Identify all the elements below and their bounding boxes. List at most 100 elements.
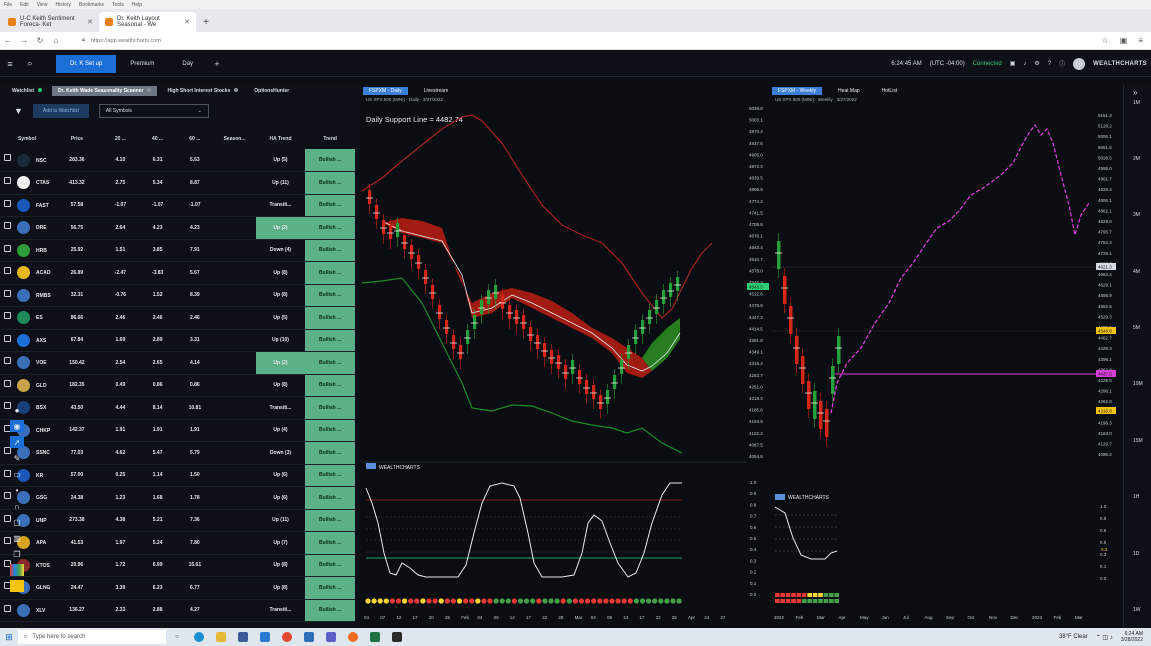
col-trend[interactable]: Trend — [305, 129, 355, 149]
table-row[interactable]: SSNC 77.03 4.62 5.47 5.79 Down (3) Bullish ... — [0, 441, 355, 465]
edge-icon[interactable] — [188, 630, 210, 644]
table-row[interactable]: GLD 182.35 0.49 0.86 0.86 Up (8) Bullish ... — [0, 374, 355, 397]
eye-icon[interactable]: ◉ — [10, 420, 24, 432]
symbol-cell[interactable]: CHKP — [0, 419, 53, 442]
timeframe-button[interactable]: 1M — [1133, 100, 1140, 106]
symbol-cell[interactable]: UNP — [0, 509, 53, 532]
info-icon[interactable]: ⓘ — [1059, 59, 1065, 68]
timeframe-button[interactable]: 4M — [1133, 269, 1140, 275]
symbol-cell[interactable]: KTOS — [0, 554, 53, 577]
symbol-cell[interactable]: BSX — [0, 396, 53, 420]
timeframe-button[interactable]: 1D — [1133, 551, 1139, 557]
timeframe-button[interactable]: 15M — [1133, 438, 1143, 444]
tab-day[interactable]: Day — [168, 55, 207, 73]
table-row[interactable]: APA 41.53 1.97 5.24 7.80 Up (7) Bullish ... — [0, 531, 355, 555]
store-icon[interactable] — [232, 630, 254, 644]
table-row[interactable]: ACAD 26.89 -2.47 -3.83 5.67 Up (8) Bullish ... — [0, 261, 355, 285]
tab-optionshunter[interactable]: OptionsHunter — [248, 86, 295, 96]
daily-chart[interactable]: 5035.8 5003.1 4970.4 4937.6 4905.0 4872.3 4839… — [362, 103, 770, 628]
pencil-icon[interactable]: ✎ — [10, 452, 24, 464]
table-row[interactable]: KR 57.00 0.25 1.14 1.50 Up (6) Bullish ... — [0, 464, 355, 487]
task-view-icon[interactable]: ○ — [166, 630, 188, 644]
hamburger-menu-icon[interactable]: ≡ — [0, 59, 20, 69]
symbol-cell[interactable]: GSG — [0, 486, 53, 510]
menu-item[interactable]: Help — [132, 2, 142, 8]
timeframe-button[interactable]: 5M — [1133, 325, 1140, 331]
browser-tab-2[interactable]: Dr. Keith Layout Seasonal - We ✕ — [99, 12, 196, 32]
table-row[interactable]: CHKP 142.37 1.91 1.91 1.91 Up (4) Bullish ... — [0, 419, 355, 442]
symbol-cell[interactable]: HRB — [0, 239, 53, 262]
file-explorer-icon[interactable] — [210, 630, 232, 644]
symbol-cell[interactable]: DRE — [0, 216, 53, 240]
menu-item[interactable]: History — [55, 2, 71, 8]
row-checkbox[interactable] — [4, 199, 11, 207]
timeframe-button[interactable]: 2M — [1133, 156, 1140, 162]
tab-watchlist[interactable]: Watchlist — [6, 86, 48, 96]
back-icon[interactable]: ← — [0, 36, 16, 45]
table-row[interactable]: FAST 57.58 -1.07 -1.07 -1.07 Transiti... Bulli… — [0, 194, 355, 217]
tab-high-short-interest[interactable]: High Short Interest Stocks — [161, 86, 244, 96]
symbol-cell[interactable]: ES — [0, 306, 53, 330]
row-checkbox[interactable] — [4, 604, 11, 612]
table-row[interactable]: UNP 273.38 4.38 5.21 7.36 Up (11) Bullish ... — [0, 509, 355, 532]
reload-icon[interactable]: ↻ — [32, 36, 48, 45]
timeframe-button[interactable]: 1H — [1133, 494, 1139, 500]
help-icon[interactable]: ? — [1048, 61, 1051, 67]
symbol-cell[interactable]: RMBS — [0, 284, 53, 307]
col-20[interactable]: 20 ... — [102, 129, 139, 149]
timeframe-button[interactable]: 1W — [1133, 607, 1141, 613]
teams-icon[interactable] — [320, 630, 342, 644]
menu-item[interactable]: Edit — [20, 2, 29, 8]
filter-icon[interactable]: ▼ — [14, 106, 23, 116]
taskbar-clock[interactable]: 6:24 AM 3/28/2022 — [1121, 631, 1143, 643]
menu-item[interactable]: File — [4, 2, 12, 8]
gear-icon[interactable]: ⚙ — [1034, 60, 1039, 67]
menu-item[interactable]: Tools — [112, 2, 124, 8]
row-checkbox[interactable] — [4, 222, 11, 230]
row-checkbox[interactable] — [4, 379, 11, 387]
magnet-icon[interactable]: ∩ — [10, 500, 24, 512]
search-icon[interactable]: ⌕ — [20, 58, 40, 69]
symbol-cell[interactable]: VOE — [0, 351, 53, 375]
tab-seasonality-scanner[interactable]: Dr. Keith Wade Seasonality Scanner — [52, 85, 158, 96]
row-checkbox[interactable] — [4, 334, 11, 342]
color-swatch-multicolor[interactable] — [10, 564, 24, 576]
table-row[interactable]: BSX 43.50 4.44 8.14 10.81 Transiti... Bullish … — [0, 396, 355, 420]
bell-icon[interactable]: ♪ — [1023, 61, 1026, 67]
trash-icon[interactable]: ▥ — [10, 532, 24, 544]
table-row[interactable]: HRB 25.92 1.51 3.85 7.91 Down (4) Bullish ... — [0, 239, 355, 262]
taskbar-search[interactable]: ⌕ Type here to search — [18, 630, 166, 644]
add-to-watchlist-button[interactable]: Add to Watchlist — [32, 104, 89, 118]
row-checkbox[interactable] — [4, 312, 11, 320]
avatar[interactable] — [1073, 57, 1086, 70]
tab-dr-k-setup[interactable]: Dr. K Set up — [56, 54, 117, 73]
home-icon[interactable]: ⌂ — [48, 36, 64, 45]
ruler-icon[interactable]: ▭ — [10, 468, 24, 480]
weather[interactable]: 38°F Clear — [1059, 634, 1088, 640]
col-season[interactable]: Season... — [213, 129, 255, 149]
tray-icons[interactable]: ⌃ ◫ ♪ — [1096, 634, 1113, 641]
col-60[interactable]: 60 ... — [176, 129, 213, 149]
col-40[interactable]: 40 ... — [139, 129, 176, 149]
symbol-cell[interactable]: NSC — [0, 149, 53, 172]
app-icon[interactable] — [298, 630, 320, 644]
table-row[interactable]: VOE 150.42 2.54 2.65 4.14 Up (2) Bullish ... — [0, 351, 355, 375]
chrome-icon[interactable] — [276, 630, 298, 644]
weekly-chart[interactable]: 5161.3 5128.2 5095.1 5061.6 5028.5 4995.0 4961… — [771, 103, 1121, 628]
mail-icon[interactable] — [254, 630, 276, 644]
timeframe-button[interactable]: 10M — [1133, 381, 1143, 387]
symbol-cell[interactable]: KR — [0, 464, 53, 487]
collapse-icon[interactable]: » — [1133, 88, 1137, 97]
copy-icon[interactable]: ❐ — [10, 548, 24, 560]
browser-tab-1[interactable]: U-C Keith Sentiment Foreca- Ket ✕ — [2, 12, 99, 32]
tab-livestream[interactable]: Livestream — [418, 87, 454, 95]
color-swatch-yellow[interactable] — [10, 580, 24, 592]
table-row[interactable]: GSG 24.38 1.23 1.68 1.78 Up (6) Bullish ... — [0, 486, 355, 510]
bookmark-star-icon[interactable]: ☆ — [1102, 36, 1109, 45]
forward-icon[interactable]: → — [16, 36, 32, 45]
row-checkbox[interactable] — [4, 177, 11, 185]
table-row[interactable]: KTOS 20.96 1.72 6.99 15.61 Up (8) Bullish ... — [0, 554, 355, 577]
tab-premium[interactable]: Premium — [116, 55, 168, 73]
lightbulb-icon[interactable]: ● — [10, 404, 24, 416]
col-ha-trend[interactable]: HA Trend — [256, 129, 306, 149]
